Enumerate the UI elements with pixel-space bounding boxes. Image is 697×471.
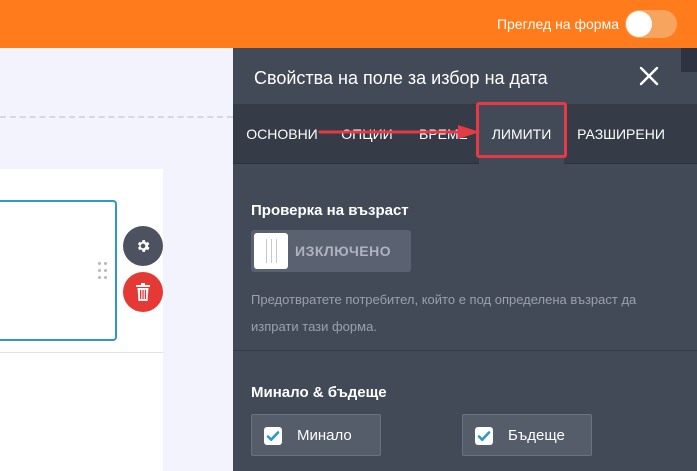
- delete-field-button[interactable]: [123, 272, 163, 312]
- form-preview-label: Преглед на форма: [496, 16, 619, 32]
- age-check-help: Предотвратете потребител, който е под оп…: [251, 292, 637, 334]
- section-divider: [233, 350, 697, 351]
- form-preview-toggle[interactable]: [625, 10, 677, 38]
- card-divider: [0, 352, 163, 353]
- top-bar: Преглед на форма: [0, 0, 697, 48]
- panel-header: Свойства на поле за избор на дата: [233, 48, 697, 104]
- future-label: Бъдеще: [508, 427, 565, 444]
- age-check-title: Проверка на възраст: [251, 202, 409, 219]
- toggle-knob: [254, 233, 288, 269]
- limits-tab-highlight: [476, 102, 567, 158]
- tab-advanced[interactable]: РАЗШИРЕНИ: [575, 104, 667, 164]
- pointer-arrow-icon: [318, 125, 480, 139]
- checkmark-icon: [475, 427, 493, 445]
- age-check-toggle[interactable]: ИЗКЛЮЧЕНО: [251, 230, 411, 272]
- past-label: Минало: [297, 427, 352, 444]
- past-future-title: Минало & бъдеще: [251, 384, 387, 401]
- future-checkbox[interactable]: Бъдеще: [462, 414, 592, 456]
- drag-handle-icon[interactable]: [98, 262, 108, 282]
- panel-title: Свойства на поле за избор на дата: [254, 68, 548, 88]
- tab-basic[interactable]: ОСНОВНИ: [243, 104, 321, 164]
- drop-zone-divider: [0, 116, 233, 118]
- trash-icon: [136, 283, 150, 301]
- close-icon[interactable]: [637, 64, 661, 88]
- age-check-state: ИЗКЛЮЧЕНО: [295, 243, 392, 259]
- gear-icon: [137, 240, 150, 252]
- past-checkbox[interactable]: Минало: [251, 414, 381, 456]
- toggle-knob: [626, 11, 652, 37]
- field-settings-button[interactable]: [123, 226, 163, 266]
- checkmark-icon: [264, 427, 282, 445]
- properties-panel: Свойства на поле за избор на дата ОСНОВН…: [233, 48, 697, 471]
